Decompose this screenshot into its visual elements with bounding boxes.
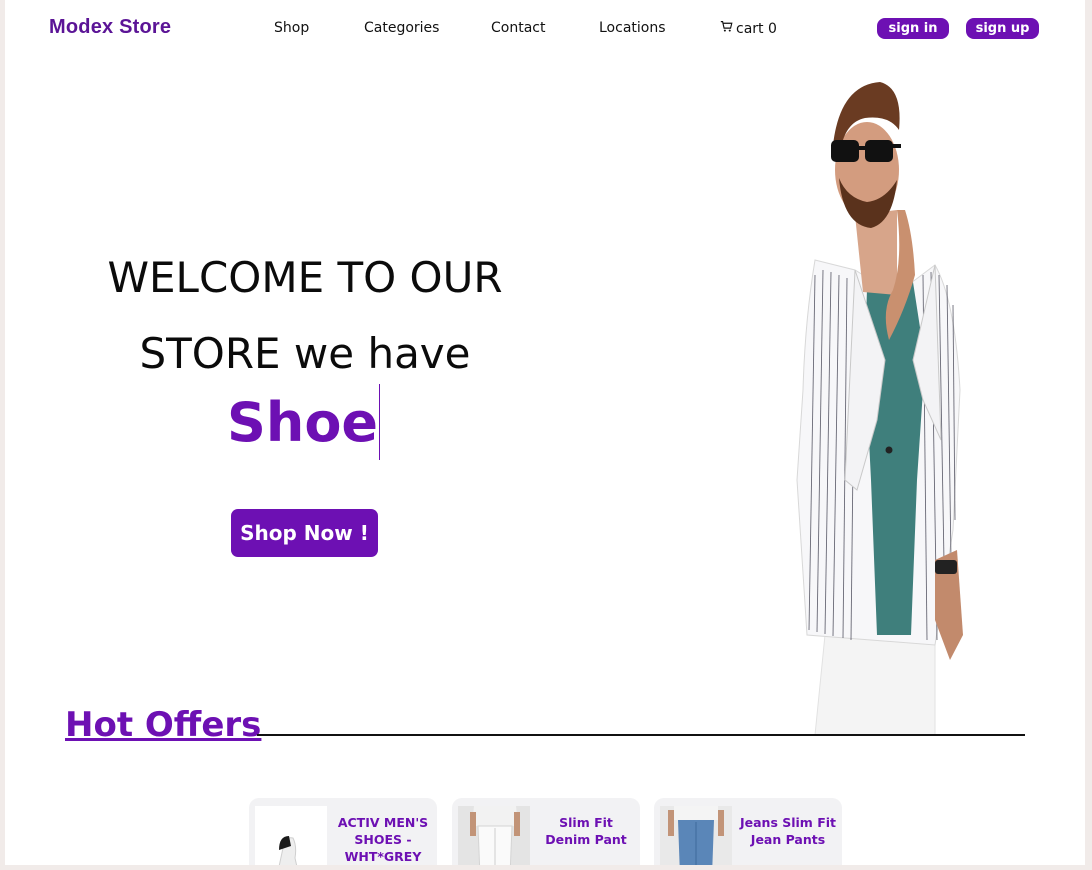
sign-in-button[interactable]: sign in [877,18,949,39]
product-title: ACTIV MEN'S SHOES - WHT*GREY [337,815,429,864]
sign-up-button[interactable]: sign up [966,18,1039,39]
shop-now-button[interactable]: Shop Now ! [231,509,378,557]
product-card[interactable]: Slim Fit Denim Pant [452,798,640,865]
cart-count-label: cart 0 [736,20,777,37]
page: Modex Store Shop Categories Contact Loca… [5,0,1085,865]
brand-logo[interactable]: Modex Store [49,16,171,39]
cart-link[interactable]: cart 0 [720,20,777,37]
hero-title-line-1: WELCOME TO OUR [107,253,503,302]
product-thumbnail [660,806,732,865]
section-divider [257,734,1025,736]
typing-caret [379,384,381,460]
product-title: Jeans Slim Fit Jean Pants [739,815,836,847]
nav-locations[interactable]: Locations [599,20,666,36]
model-photo [796,82,963,735]
product-card[interactable]: ACTIV MEN'S SHOES - WHT*GREY [249,798,437,865]
nav-categories[interactable]: Categories [364,20,439,36]
hero-title: WELCOME TO OUR STORE we have [75,240,535,392]
nav-contact[interactable]: Contact [491,20,545,36]
typed-text: Shoe [227,384,381,460]
product-card[interactable]: Jeans Slim Fit Jean Pants [654,798,842,865]
nav-shop[interactable]: Shop [274,20,309,36]
product-thumbnail [255,806,327,865]
cart-icon [720,20,733,37]
hot-offers-heading[interactable]: Hot Offers [65,705,261,745]
hero-title-line-2: STORE we have [139,329,471,378]
product-thumbnail [458,806,530,865]
typed-word: Shoe [227,390,379,454]
product-title: Slim Fit Denim Pant [545,815,627,847]
